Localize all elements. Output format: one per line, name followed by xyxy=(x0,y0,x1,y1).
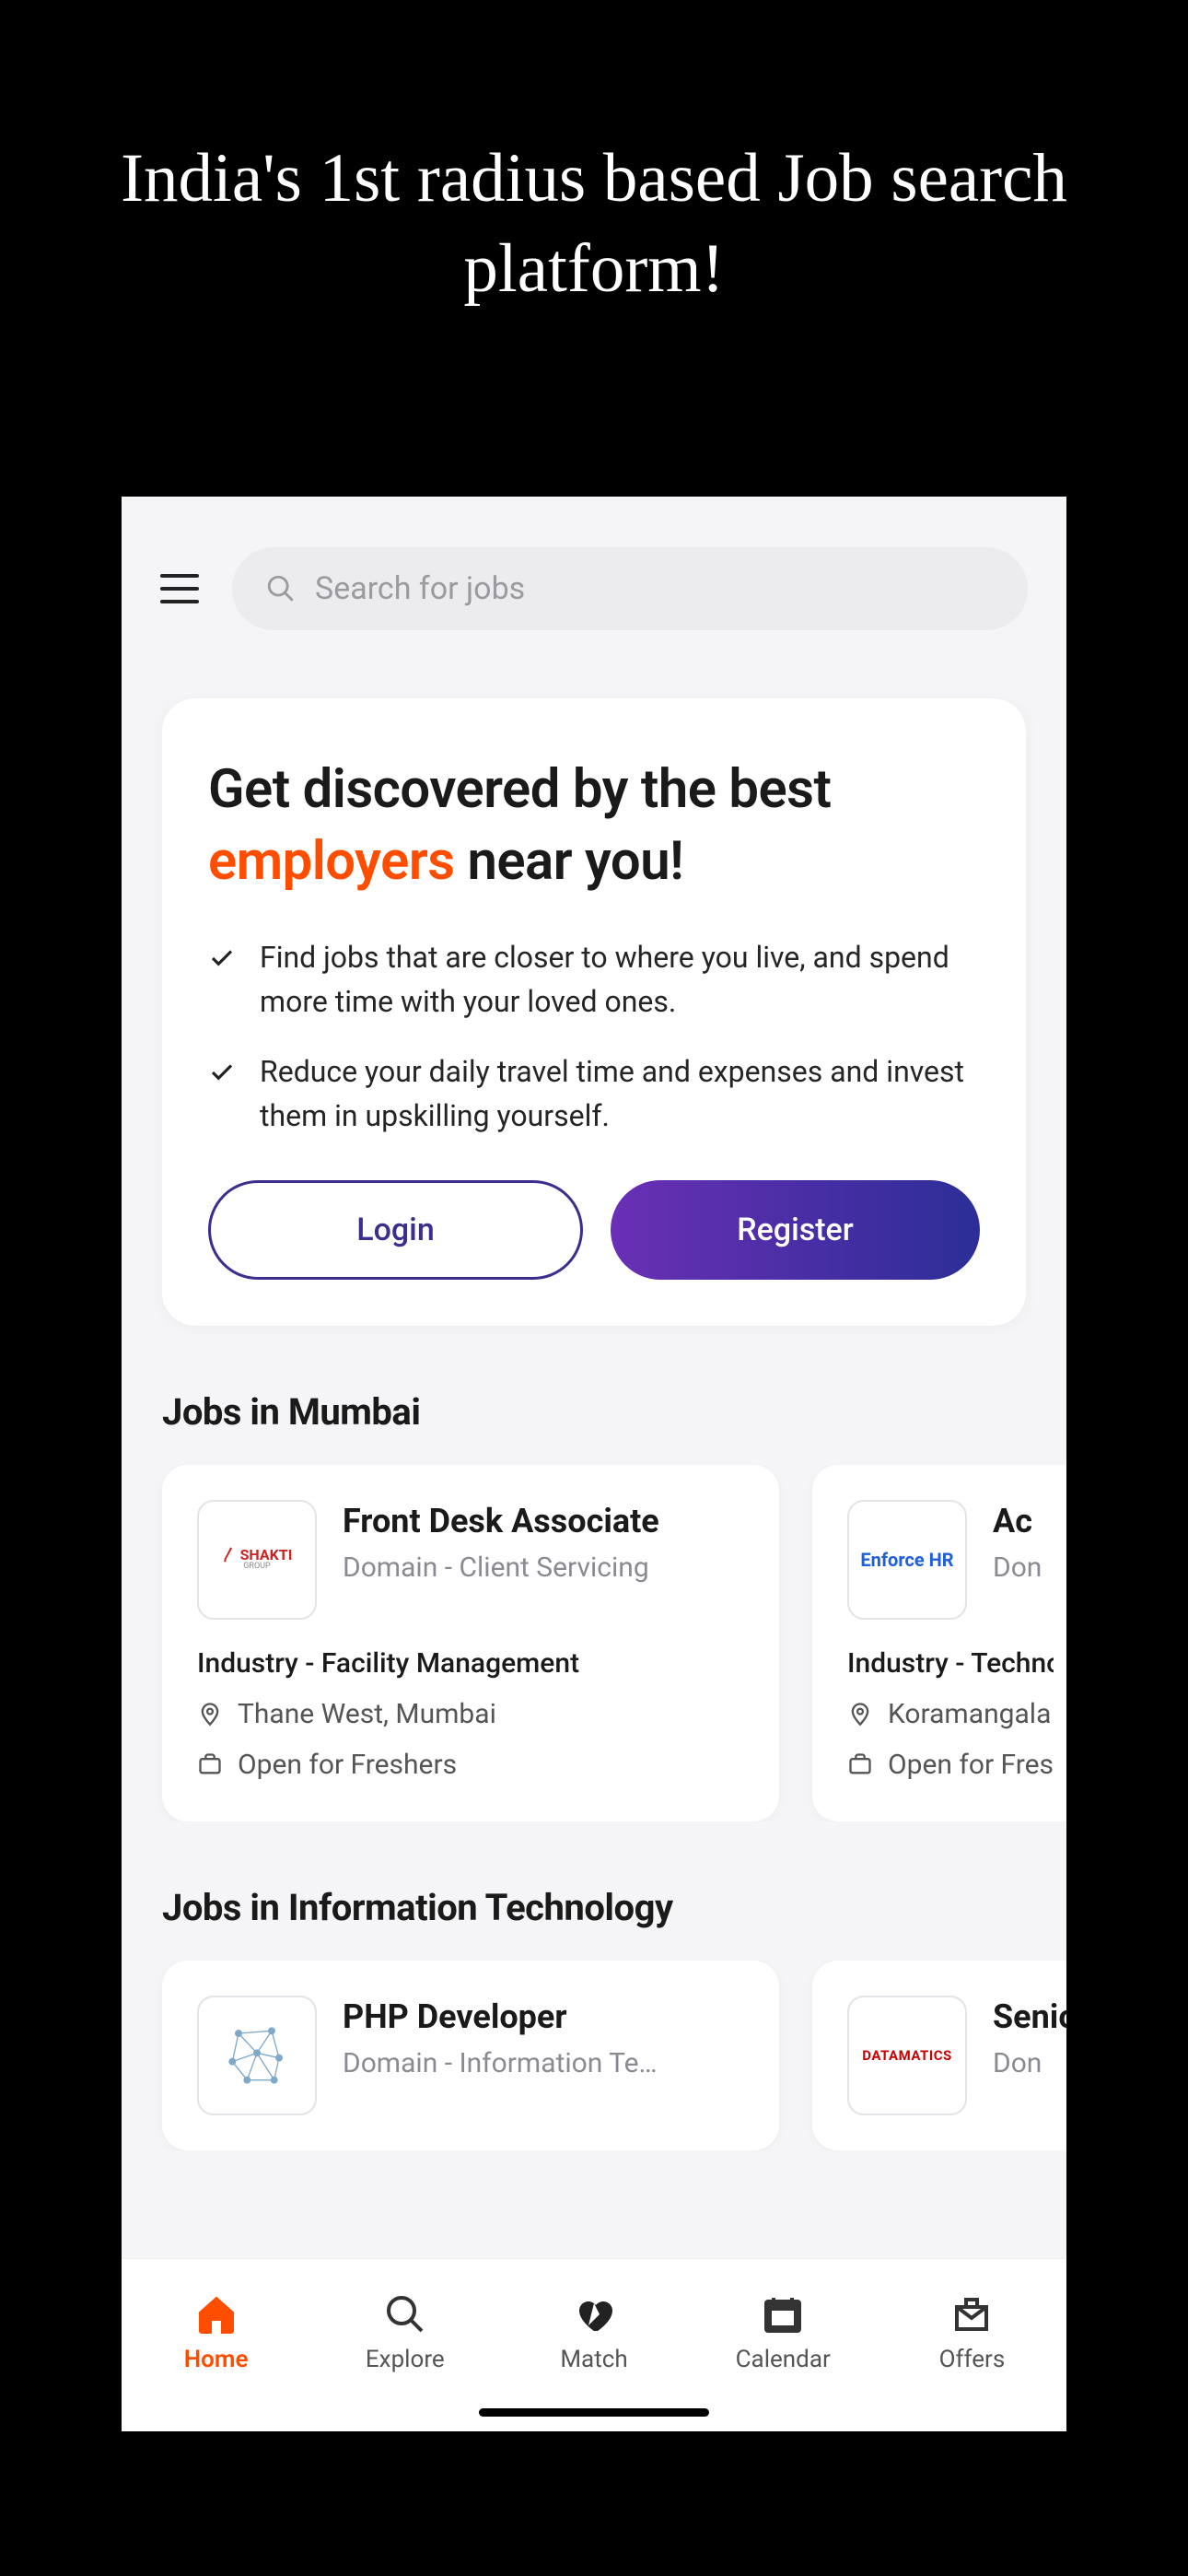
hero-bullet: Find jobs that are closer to where you l… xyxy=(208,935,980,1024)
job-card[interactable]: PHP Developer Domain - Information Te… xyxy=(162,1961,779,2150)
briefcase-icon xyxy=(197,1751,223,1777)
section-heading: Jobs in Mumbai xyxy=(162,1390,1026,1434)
job-title: Ac xyxy=(993,1500,1042,1543)
top-bar: Search for jobs xyxy=(122,497,1066,658)
promo-headline: India's 1st radius based Job search plat… xyxy=(0,0,1188,313)
home-indicator xyxy=(479,2408,709,2417)
search-placeholder: Search for jobs xyxy=(315,570,525,607)
hero-card: Get discovered by the best employers nea… xyxy=(162,698,1026,1326)
job-location: Koramangala xyxy=(847,1698,1054,1730)
company-logo xyxy=(197,1996,317,2115)
tab-offers[interactable]: Offers xyxy=(878,2259,1066,2406)
job-location: Thane West, Mumbai xyxy=(197,1698,744,1730)
offers-icon xyxy=(949,2292,994,2336)
company-logo: Enforce HR xyxy=(847,1500,967,1620)
job-card[interactable]: DATAMATICS Senior iOS Don xyxy=(812,1961,1066,2150)
job-title: Senior iOS xyxy=(993,1996,1066,2039)
app-screen: Search for jobs Get discovered by the be… xyxy=(122,497,1066,2431)
company-logo: DATAMATICS xyxy=(847,1996,967,2115)
menu-icon[interactable] xyxy=(160,574,199,603)
job-experience: Open for Freshers xyxy=(847,1749,1054,1781)
hero-heading: Get discovered by the best employers nea… xyxy=(208,754,980,898)
job-domain: Domain - Client Servicing xyxy=(343,1551,659,1584)
job-row[interactable]: 〳 SHAKTIGROUP Front Desk Associate Domai… xyxy=(122,1465,1066,1821)
job-experience: Open for Freshers xyxy=(197,1749,744,1781)
tab-match[interactable]: Match xyxy=(499,2259,688,2406)
register-button[interactable]: Register xyxy=(611,1180,980,1280)
home-icon xyxy=(194,2292,239,2336)
hero-bullet: Reduce your daily travel time and expens… xyxy=(208,1049,980,1138)
company-logo: 〳 SHAKTIGROUP xyxy=(197,1500,317,1620)
job-domain: Don xyxy=(993,2047,1066,2079)
check-icon xyxy=(208,944,236,972)
briefcase-icon xyxy=(847,1751,873,1777)
job-card[interactable]: 〳 SHAKTIGROUP Front Desk Associate Domai… xyxy=(162,1465,779,1821)
tab-home[interactable]: Home xyxy=(122,2259,310,2406)
search-icon xyxy=(383,2292,427,2336)
heart-icon xyxy=(572,2292,616,2336)
tab-calendar[interactable]: Calendar xyxy=(689,2259,878,2406)
search-input[interactable]: Search for jobs xyxy=(232,547,1028,630)
job-row[interactable]: PHP Developer Domain - Information Te… D… xyxy=(122,1961,1066,2150)
bottom-tabs: Home Explore Match Calendar Offers xyxy=(122,2258,1066,2431)
job-industry: Industry - Facility Management xyxy=(197,1647,744,1680)
job-industry: Industry - Technology Services xyxy=(847,1647,1054,1680)
tab-explore[interactable]: Explore xyxy=(310,2259,499,2406)
login-button[interactable]: Login xyxy=(208,1180,583,1280)
job-card[interactable]: Enforce HR Ac Don Industry - Technology … xyxy=(812,1465,1066,1821)
search-icon xyxy=(265,573,297,604)
pin-icon xyxy=(197,1701,223,1727)
job-title: PHP Developer xyxy=(343,1996,658,2039)
section-heading: Jobs in Information Technology xyxy=(162,1886,1026,1929)
check-icon xyxy=(208,1059,236,1086)
calendar-icon xyxy=(761,2292,805,2336)
job-domain: Domain - Information Te… xyxy=(343,2047,658,2079)
job-title: Front Desk Associate xyxy=(343,1500,659,1543)
job-domain: Don xyxy=(993,1551,1042,1584)
pin-icon xyxy=(847,1701,873,1727)
